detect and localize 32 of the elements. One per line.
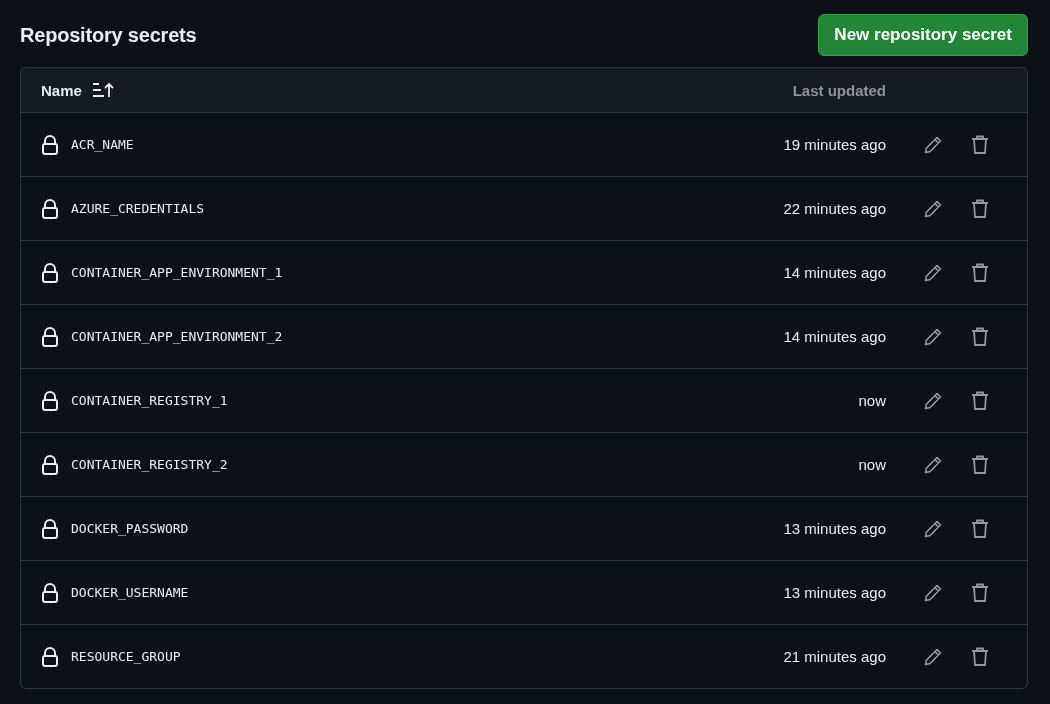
secret-name: CONTAINER_REGISTRY_2 xyxy=(71,457,229,472)
last-updated: 13 minutes ago xyxy=(782,584,886,601)
lock-icon xyxy=(41,454,59,475)
lock-icon xyxy=(41,646,59,667)
page-title: Repository secrets xyxy=(20,23,197,47)
lock-icon xyxy=(41,134,59,155)
last-updated: 19 minutes ago xyxy=(782,136,886,153)
last-updated: 22 minutes ago xyxy=(782,200,886,217)
last-updated: now xyxy=(857,456,886,473)
last-updated: 13 minutes ago xyxy=(782,520,886,537)
new-secret-button[interactable]: New repository secret xyxy=(818,14,1028,56)
secret-name: AZURE_CREDENTIALS xyxy=(71,201,206,216)
lock-icon xyxy=(41,262,59,283)
secret-name: CONTAINER_APP_ENVIRONMENT_2 xyxy=(71,329,284,344)
secret-name: CONTAINER_APP_ENVIRONMENT_1 xyxy=(71,265,284,280)
secret-name: DOCKER_PASSWORD xyxy=(71,521,190,536)
last-updated: now xyxy=(857,392,886,409)
lock-icon xyxy=(41,518,59,539)
sort-icon[interactable] xyxy=(91,82,114,98)
secret-name: ACR_NAME xyxy=(71,137,135,152)
lock-icon xyxy=(41,198,59,219)
lock-icon xyxy=(41,326,59,347)
last-updated: 21 minutes ago xyxy=(782,648,886,665)
last-updated: 14 minutes ago xyxy=(782,328,886,345)
lock-icon xyxy=(41,582,59,603)
secret-name: DOCKER_USERNAME xyxy=(71,585,190,600)
column-header[interactable]: Name xyxy=(41,81,82,99)
secret-name: CONTAINER_REGISTRY_1 xyxy=(71,393,229,408)
column-header[interactable]: Last updated xyxy=(686,81,886,99)
secret-name: RESOURCE_GROUP xyxy=(71,649,182,664)
lock-icon xyxy=(41,390,59,411)
last-updated: 14 minutes ago xyxy=(782,264,886,281)
